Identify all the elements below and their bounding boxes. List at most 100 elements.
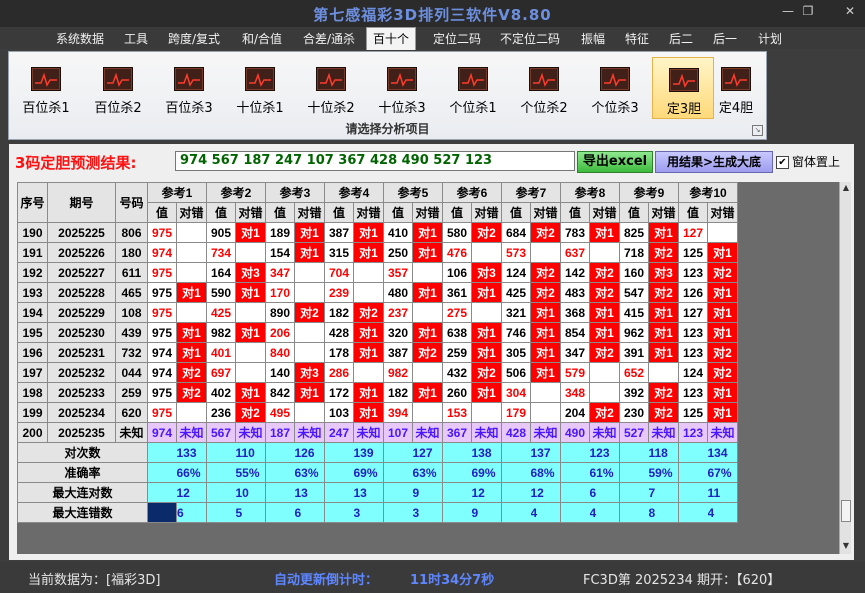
row-value: 321 <box>501 302 531 323</box>
row-value: 304 <box>501 382 531 403</box>
stat-selected-cell[interactable] <box>147 502 177 523</box>
col-header-value: 值 <box>501 202 531 223</box>
pending-hit: 未知 <box>707 422 738 443</box>
pending-hit: 未知 <box>412 422 443 443</box>
scroll-up-icon[interactable]: ▲ <box>840 182 851 194</box>
col-header-hit: 对错 <box>530 202 561 223</box>
row-value: 127 <box>678 222 708 243</box>
stat-pad-cell <box>442 442 472 463</box>
menu-item[interactable]: 系统数据 <box>56 30 104 47</box>
stat-pad-cell <box>501 462 531 483</box>
table-row[interactable]: 194 2025229 108 975 425 890 对2 182 对2 237 275 321 对1… <box>17 302 738 323</box>
menu-item[interactable]: 后一 <box>713 30 737 47</box>
export-excel-button[interactable]: 导出excel <box>577 151 653 173</box>
row-value: 401 <box>206 342 236 363</box>
row-hit: 对1 <box>530 322 561 343</box>
table-row[interactable]: 193 2025228 465 975 对1 590 对1 170 239 480 对1 361 对1 4… <box>17 282 738 303</box>
checkbox-check-icon[interactable]: ✔ <box>776 156 789 169</box>
menu-item[interactable]: 工具 <box>124 30 148 47</box>
row-value: 975 <box>147 402 177 423</box>
col-header-hit: 对错 <box>353 202 384 223</box>
row-hit <box>294 342 325 363</box>
restore-button[interactable]: ❐ <box>798 4 818 18</box>
menu-item[interactable]: 定位二码 <box>433 30 481 47</box>
scrollbar-thumb[interactable] <box>841 500 851 522</box>
row-hit: 对2 <box>530 262 561 283</box>
ribbon-launcher-icon[interactable]: ↘ <box>752 125 763 136</box>
row-hit: 对1 <box>176 282 207 303</box>
row-hit <box>176 262 207 283</box>
stat-pad-cell <box>147 442 177 463</box>
table-row[interactable]: 190 2025225 806 975 905 对1 189 对1 387 对1 410 对1 580 对… <box>17 222 738 243</box>
close-button[interactable]: ✕ <box>840 4 860 18</box>
menu-active-item[interactable]: 百十个 <box>366 27 417 50</box>
col-header-hit: 对错 <box>648 202 679 223</box>
table-row[interactable]: 192 2025227 611 975 164 对3 347 704 357 106 对3 124 对2… <box>17 262 738 283</box>
col-header-hit: 对错 <box>707 202 738 223</box>
stat-value: 61% <box>589 462 620 483</box>
row-hit <box>471 302 502 323</box>
row-hit: 对1 <box>471 382 502 403</box>
menu-item[interactable]: 特征 <box>625 30 649 47</box>
table-row[interactable]: 191 2025226 180 974 734 154 对1 315 对1 250 对1 476 573… <box>17 242 738 263</box>
ribbon-button[interactable]: 百位杀3 <box>158 57 220 119</box>
generate-base-button[interactable]: 用结果>生成大底 <box>655 151 773 173</box>
ribbon-button[interactable]: 十位杀3 <box>371 57 433 119</box>
stat-pad-cell <box>383 462 413 483</box>
ribbon-button[interactable]: 百位杀2 <box>87 57 149 119</box>
row-hit <box>412 302 443 323</box>
window-topmost-checkbox[interactable]: ✔ 窗体置上 <box>776 153 840 170</box>
ribbon-button[interactable]: 个位杀1 <box>442 57 504 119</box>
row-hit: 对1 <box>235 382 266 403</box>
row-code: 259 <box>115 382 148 403</box>
ribbon-button[interactable]: 百位杀1 <box>15 57 77 119</box>
row-hit <box>235 342 266 363</box>
stat-value: 127 <box>412 442 443 463</box>
prediction-result-field[interactable]: 974 567 187 247 107 367 428 490 527 123 <box>175 151 575 171</box>
row-hit: 对2 <box>648 282 679 303</box>
stat-pad-cell <box>560 442 590 463</box>
stat-value: 134 <box>707 442 738 463</box>
row-hit: 对2 <box>648 242 679 263</box>
table-row[interactable]: 199 2025234 620 975 236 对2 495 103 对1 394 153 179 20… <box>17 402 738 423</box>
minimize-button[interactable]: — <box>778 4 798 18</box>
menu-item[interactable]: 后二 <box>669 30 693 47</box>
ribbon-button[interactable]: 十位杀2 <box>300 57 362 119</box>
row-hit <box>530 382 561 403</box>
row-value: 842 <box>265 382 295 403</box>
ribbon-button[interactable]: 十位杀1 <box>229 57 291 119</box>
ribbon-button[interactable]: 个位杀3 <box>584 57 646 119</box>
stat-pad-cell <box>442 482 472 503</box>
table-row[interactable]: 197 2025232 044 974 对2 697 140 对3 286 982 432 对2 506… <box>17 362 738 383</box>
app-window: 第七感福彩3D排列三软件V8.80 — ❐ ✕ 系统数据 工具 跨度/复式 和/合值 合… <box>0 0 865 593</box>
menu-item[interactable]: 合差/通杀 <box>303 30 355 47</box>
ribbon-button-label: 个位杀2 <box>520 101 568 116</box>
menu-item[interactable]: 计划 <box>758 30 782 47</box>
ribbon-button-label: 百位杀2 <box>94 101 142 116</box>
row-value: 394 <box>383 402 413 423</box>
row-period: 2025232 <box>47 362 116 383</box>
scroll-down-icon[interactable]: ▼ <box>840 540 851 552</box>
stat-pad-cell <box>619 462 649 483</box>
row-period: 2025225 <box>47 222 116 243</box>
stat-pad-cell <box>383 502 413 523</box>
row-value: 179 <box>501 402 531 423</box>
vertical-scrollbar[interactable]: ▲ ▼ <box>839 182 851 554</box>
row-seq: 198 <box>17 382 48 403</box>
table-row[interactable]: 195 2025230 439 975 对1 982 对1 206 428 对1 320 对1 638 对… <box>17 322 738 343</box>
stat-pad-cell <box>619 502 649 523</box>
pending-row[interactable]: 200 2025235 未知 974 未知 567 未知 187 未知 247 未知 107 未知 367… <box>17 422 738 443</box>
table-row[interactable]: 198 2025233 259 975 对2 402 对1 842 对1 172 对1 182 对1 26… <box>17 382 738 403</box>
menu-item[interactable]: 和/合值 <box>242 30 282 47</box>
menu-item[interactable]: 不定位二码 <box>500 30 560 47</box>
menu-item[interactable]: 振幅 <box>581 30 605 47</box>
ribbon-button[interactable]: 定3胆 <box>652 57 714 119</box>
row-hit: 对2 <box>707 262 738 283</box>
row-hit: 对2 <box>176 382 207 403</box>
ribbon-button[interactable]: 个位杀2 <box>513 57 575 119</box>
table-row[interactable]: 196 2025231 732 974 对1 401 840 178 对1 387 对2 259 对1 3… <box>17 342 738 363</box>
ribbon-button[interactable]: 定4胆 <box>709 57 763 119</box>
col-header-value: 值 <box>560 202 590 223</box>
menu-item[interactable]: 跨度/复式 <box>168 30 220 47</box>
stat-value: 139 <box>353 442 384 463</box>
